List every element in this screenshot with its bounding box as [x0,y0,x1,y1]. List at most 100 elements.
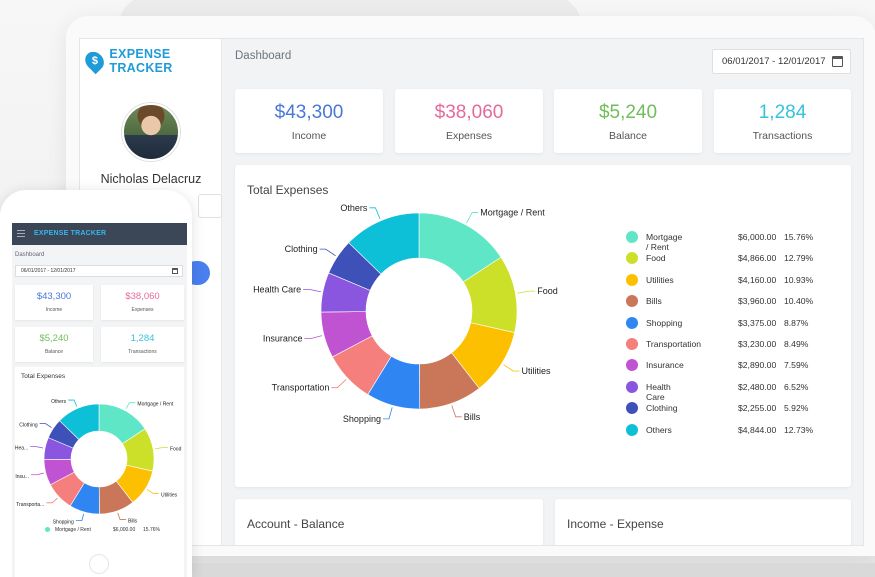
calendar-icon[interactable] [832,56,843,67]
legend-amount: $3,960.00 [738,296,777,307]
legend-swatch [626,273,638,286]
profile-field[interactable] [198,194,222,218]
hamburger-menu-icon[interactable] [17,230,25,237]
slice-label: Clothing [19,423,38,429]
legend-amount: $4,866.00 [738,253,777,264]
slice-label: Health Care [253,284,301,294]
phone-total-expenses-panel: Total Expenses Mortgage / Rent Food Utilit… [15,367,184,577]
legend-amount: $2,480.00 [738,381,777,392]
legend-percent: 6.52% [784,381,809,392]
income-card[interactable]: $43,300 Income [235,89,383,153]
slice-label: Hea... [15,446,28,452]
label-connector [451,405,462,418]
income-expense-panel: Income - Expense [555,499,851,545]
stat-label: Transactions [128,349,157,355]
avatar[interactable] [122,103,180,161]
stat-label: Balance [609,130,647,142]
stat-value: 1,284 [758,102,807,123]
legend-name: Utilities [646,274,674,285]
phone-transactions-card[interactable]: 1,284 Transactions [101,327,184,362]
slice-label: Utilities [161,492,178,498]
stat-value: $43,300 [274,102,344,123]
stat-label: Transactions [752,130,813,142]
slice-label: Clothing [285,244,318,254]
label-connector [331,379,347,389]
label-connector [30,446,44,449]
slice-label: Shopping [53,520,74,526]
slice-label: Mortgage / Rent [480,207,545,217]
label-connector [369,207,381,220]
phone-income-card[interactable]: $43,300 Income [15,285,93,320]
label-connector [46,497,58,504]
date-range-picker[interactable]: 06/01/2017 - 12/01/2017 [712,49,851,74]
label-connector [39,423,52,428]
stat-value: $5,240 [39,333,69,344]
calendar-icon[interactable] [172,268,178,274]
legend-percent: 8.49% [784,338,809,349]
label-connector [304,335,323,340]
label-connector [503,364,520,372]
legend-swatch [626,316,638,329]
legend-swatch [626,252,638,265]
legend-name: Transportation [646,338,702,349]
label-connector [517,290,536,294]
expenses-card[interactable]: $38,060 Expenses [395,89,543,153]
slice-label: Others [51,399,67,405]
legend-percent: 5.92% [784,403,809,414]
balance-card[interactable]: $5,240 Balance [554,89,702,153]
label-connector [75,513,85,522]
stat-value: $38,060 [125,291,160,302]
phone-balance-card[interactable]: $5,240 Balance [15,327,93,362]
slice-label: Bills [128,518,138,524]
label-connector [303,288,321,293]
legend-amount: $2,255.00 [738,403,777,414]
legend-amount: $3,230.00 [738,338,777,349]
label-connector [466,212,479,224]
phone-home-button[interactable] [89,554,109,574]
label-connector [125,402,136,410]
legend-percent: 15.76% [143,527,160,533]
app-title: EXPENSE TRACKER [109,47,173,75]
phone-screen: EXPENSE TRACKER Dashboard 06/01/2017 - 1… [12,223,187,577]
legend-swatch [626,423,638,436]
label-connector [146,489,160,494]
stat-value: $38,060 [434,102,504,123]
slice-label: Food [170,447,182,453]
slice-label: Food [537,286,558,296]
legend-name: Mortgage / Rent [55,527,91,533]
legend-name: Others [646,424,672,435]
stat-label: Balance [44,349,64,355]
date-range-value: 06/01/2017 - 12/01/2017 [722,56,826,67]
slice-label: Utilities [522,366,552,376]
legend-name: Food [646,253,666,264]
user-name: Nicholas Delacruz [100,172,202,186]
phone-app-title: EXPENSE TRACKER [34,230,107,237]
legend-swatch [45,527,50,532]
legend-name: Mortgage / Rent [646,232,683,252]
phone-expenses-card[interactable]: $38,060 Expenses [101,285,184,320]
legend-swatch [626,337,638,350]
legend-name: Health Care [646,381,671,402]
label-connector [319,248,336,257]
stat-value: $5,240 [598,102,658,123]
legend-swatch [626,295,638,308]
label-connector [30,472,44,476]
phone-date-value: 06/01/2017 - 12/01/2017 [21,268,76,274]
legend-amount: $6,000.00 [738,232,777,242]
legend-name: Insurance [646,360,684,371]
legend-swatch [626,359,638,372]
app-logo[interactable]: $ EXPENSE TRACKER [81,47,221,75]
legend-swatch [626,402,638,415]
legend-percent: 10.40% [784,296,814,307]
legend-percent: 7.59% [784,360,809,371]
legend-name: Bills [646,296,662,307]
transactions-card[interactable]: 1,284 Transactions [714,89,851,153]
phone-header: EXPENSE TRACKER [12,223,187,245]
legend-percent: 10.93% [784,274,814,285]
slice-label: Others [340,203,368,213]
slice-label: Transporta... [16,502,44,508]
label-connector [117,512,126,520]
phone-date-picker[interactable]: 06/01/2017 - 12/01/2017 [15,265,183,277]
phone-page-title: Dashboard [15,252,45,258]
dollar-pin-icon: $ [81,47,108,75]
